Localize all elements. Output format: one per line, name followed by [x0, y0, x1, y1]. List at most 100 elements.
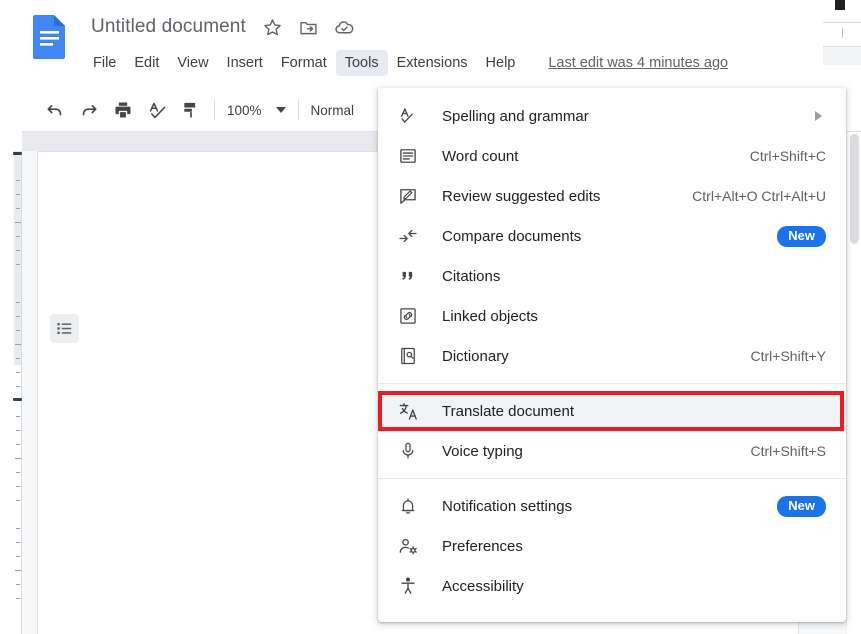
ruler-tick	[16, 444, 20, 445]
menu-item-label: Compare documents	[442, 227, 582, 245]
ruler-marker[interactable]	[13, 398, 22, 401]
word-count-icon	[396, 144, 420, 168]
star-icon[interactable]	[261, 15, 285, 39]
vertical-ruler-line	[21, 151, 22, 634]
new-badge: New	[777, 225, 826, 247]
menu-item-label: Accessibility	[442, 577, 524, 595]
vertical-ruler[interactable]	[0, 132, 22, 634]
panel-strip	[823, 47, 861, 65]
menu-item-label: Preferences	[442, 537, 523, 555]
print-icon[interactable]	[110, 97, 136, 123]
toolbar-divider-1	[214, 100, 215, 120]
linked-objects-icon	[396, 304, 420, 328]
menu-edit[interactable]: Edit	[125, 50, 168, 76]
toolbar-divider-2	[297, 100, 299, 120]
menu-item-notification-settings[interactable]: Notification settings New	[378, 486, 846, 526]
top-margin-marker[interactable]	[13, 152, 22, 155]
menu-item-translate-document[interactable]: Translate document	[378, 391, 846, 431]
menu-item-compare-documents[interactable]: Compare documents New	[378, 216, 846, 256]
menu-item-linked-objects[interactable]: Linked objects	[378, 296, 846, 336]
menu-item-label: Notification settings	[442, 497, 573, 515]
menu-item-label: Voice typing	[442, 442, 523, 460]
compare-documents-icon	[396, 224, 420, 248]
vertical-scrollbar[interactable]	[846, 132, 861, 634]
menu-item-label: Review suggested edits	[442, 187, 601, 205]
menu-separator	[378, 383, 846, 384]
zoom-value: 100%	[227, 102, 262, 118]
ruler-tick	[16, 358, 20, 359]
ruler-tick	[16, 180, 20, 181]
menu-item-label: Spelling and grammar	[442, 107, 589, 125]
menu-item-word-count[interactable]: Word count Ctrl+Shift+C	[378, 136, 846, 176]
ruler-tick	[15, 570, 21, 571]
spelling-grammar-icon	[396, 104, 420, 128]
app-header: Untitled document File Edit View Insert …	[0, 0, 861, 88]
ruler-tick	[16, 264, 20, 265]
preferences-icon	[396, 534, 420, 558]
menu-view[interactable]: View	[168, 50, 217, 76]
zoom-control[interactable]: 100%	[225, 103, 288, 118]
notification-settings-icon	[396, 494, 420, 518]
menu-item-voice-typing[interactable]: Voice typing Ctrl+Shift+S	[378, 431, 846, 471]
ruler-tick	[16, 556, 20, 557]
ruler-tick	[16, 236, 20, 237]
ruler-tick	[16, 208, 20, 209]
menu-tools[interactable]: Tools	[335, 50, 388, 76]
ruler-tick	[15, 458, 21, 459]
menu-file[interactable]: File	[84, 50, 125, 76]
ruler-tick	[16, 416, 20, 417]
panel-tick	[842, 28, 843, 38]
menu-item-review-suggested-edits[interactable]: Review suggested edits Ctrl+Alt+O Ctrl+A…	[378, 176, 846, 216]
menu-format[interactable]: Format	[272, 50, 336, 76]
ruler-tick	[15, 344, 21, 345]
last-edit-link[interactable]: Last edit was 4 minutes ago	[548, 55, 728, 71]
menu-item-shortcut: Ctrl+Shift+Y	[750, 348, 826, 364]
ruler-tick	[16, 372, 20, 373]
document-outline-icon[interactable]	[50, 314, 79, 343]
ruler-tick	[16, 250, 20, 251]
ruler-tick	[16, 500, 20, 501]
spelling-check-icon[interactable]	[144, 97, 170, 123]
menu-item-citations[interactable]: Citations	[378, 256, 846, 296]
ruler-tick	[16, 330, 20, 331]
title-row: Untitled document	[88, 15, 357, 39]
menu-item-preferences[interactable]: Preferences	[378, 526, 846, 566]
ruler-tick	[16, 486, 20, 487]
chevron-down-icon[interactable]	[275, 107, 286, 113]
citations-icon	[396, 264, 420, 288]
panel-divider-1	[823, 22, 861, 23]
ruler-tick	[15, 222, 21, 223]
undo-icon[interactable]	[42, 97, 68, 123]
menu-item-spelling-and-grammar[interactable]: Spelling and grammar	[378, 96, 846, 136]
menu-item-label: Linked objects	[442, 307, 538, 325]
accessibility-icon	[396, 574, 420, 598]
submenu-arrow-icon[interactable]	[815, 111, 822, 121]
ruler-tick	[16, 194, 20, 195]
scroll-marker	[835, 0, 845, 10]
cloud-saved-icon[interactable]	[333, 15, 357, 39]
paragraph-style-dropdown[interactable]: Normal	[311, 103, 355, 118]
scrollbar-thumb[interactable]	[850, 134, 859, 244]
menu-item-shortcut: Ctrl+Shift+C	[749, 148, 826, 164]
google-docs-icon[interactable]	[30, 13, 70, 61]
paint-format-icon[interactable]	[178, 97, 204, 123]
voice-typing-icon	[396, 439, 420, 463]
ruler-tick	[16, 302, 20, 303]
translate-document-icon	[396, 399, 420, 423]
menu-item-label: Translate document	[442, 402, 575, 420]
ruler-tick	[16, 316, 20, 317]
menu-help[interactable]: Help	[477, 50, 525, 76]
menu-extensions[interactable]: Extensions	[388, 50, 477, 76]
menu-insert[interactable]: Insert	[218, 50, 272, 76]
google-docs-window: Untitled document File Edit View Insert …	[0, 0, 861, 634]
move-to-folder-icon[interactable]	[297, 15, 321, 39]
menu-item-accessibility[interactable]: Accessibility	[378, 566, 846, 606]
ruler-tick	[16, 528, 20, 529]
dictionary-icon	[396, 344, 420, 368]
ruler-tick	[16, 542, 20, 543]
ruler-tick	[16, 584, 20, 585]
menu-item-shortcut: Ctrl+Alt+O Ctrl+Alt+U	[692, 188, 826, 204]
document-title[interactable]: Untitled document	[88, 15, 249, 39]
redo-icon[interactable]	[76, 97, 102, 123]
menu-item-dictionary[interactable]: Dictionary Ctrl+Shift+Y	[378, 336, 846, 376]
